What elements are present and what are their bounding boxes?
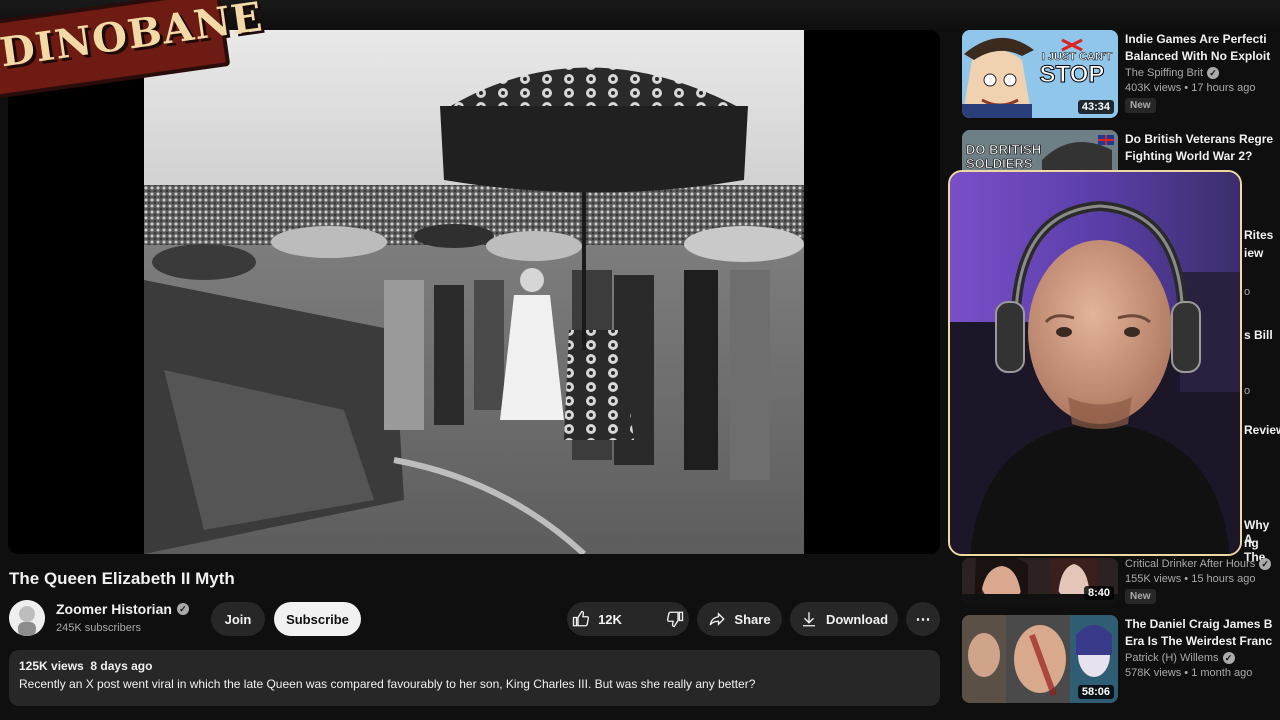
verified-check-icon: ✓	[1222, 652, 1235, 664]
more-actions-button[interactable]: ⋯	[906, 602, 940, 636]
channel-name-row[interactable]: Zoomer Historian ✓	[56, 601, 189, 617]
thumbs-down-icon	[666, 611, 684, 628]
sidebar-thumbnail-4[interactable]: 58:06	[962, 615, 1118, 703]
thumbs-up-icon	[572, 610, 590, 627]
verified-check-icon: ✓	[1207, 67, 1220, 79]
view-count: 125K views	[19, 659, 84, 673]
video-player[interactable]	[8, 30, 940, 554]
thumb-2-text-a: DO BRITISH	[966, 142, 1041, 157]
thumb-2-text-b: SOLDIERS	[966, 156, 1033, 171]
sidebar-title-line: Indie Games Are Perfecti	[1125, 32, 1267, 46]
channel-avatar[interactable]	[9, 600, 45, 636]
description-text: Recently an X post went viral in which t…	[19, 677, 756, 691]
verified-check-icon: ✓	[1259, 558, 1272, 570]
dislike-button[interactable]	[652, 610, 698, 628]
sidebar-stats: 578K views • 1 month ago	[1125, 667, 1253, 679]
duration-badge: 43:34	[1077, 100, 1114, 114]
sidebar-hidden-fragment: o	[1244, 286, 1251, 298]
webcam-overlay	[948, 170, 1242, 556]
sidebar-info-2[interactable]: Do British Veterans Regre Fighting World…	[1125, 131, 1280, 165]
sidebar-hidden-fragment: o	[1244, 385, 1251, 397]
join-button[interactable]: Join	[211, 602, 265, 636]
verified-check-icon: ✓	[176, 603, 189, 615]
video-frame-photo	[144, 30, 804, 554]
sidebar-info-4[interactable]: The Daniel Craig James B Era Is The Weir…	[1125, 616, 1280, 679]
video-title: The Queen Elizabeth II Myth	[9, 569, 235, 588]
sidebar-hidden-fragment: Rites	[1244, 228, 1274, 242]
sidebar-title-line: Balanced With No Exploit	[1125, 49, 1271, 63]
more-dots-icon: ⋯	[915, 610, 931, 628]
new-badge: New	[1125, 98, 1156, 113]
sidebar-hidden-fragment: Review	[1244, 423, 1280, 437]
channel-name[interactable]: Zoomer Historian	[56, 601, 172, 617]
description-box[interactable]: 125K views 8 days ago Recently an X post…	[9, 650, 940, 706]
like-button[interactable]: 12K	[558, 610, 636, 628]
sidebar-channel: Patrick (H) Willems	[1125, 652, 1219, 664]
share-button[interactable]: Share	[697, 602, 782, 636]
share-label: Share	[734, 611, 771, 627]
sidebar-channel-row: Patrick (H) Willems ✓	[1125, 652, 1280, 664]
sidebar-title-line: Era Is The Weirdest Franc	[1125, 634, 1273, 648]
like-count: 12K	[598, 611, 622, 627]
download-icon	[802, 612, 815, 627]
sidebar-channel-row: The Spiffing Brit ✓	[1125, 67, 1280, 79]
sidebar-title-line: Do British Veterans Regre	[1125, 132, 1274, 146]
sidebar-thumbnail-3[interactable]: 8:40	[962, 558, 1118, 604]
sidebar-title-line: Fighting World War 2?	[1125, 149, 1253, 163]
sidebar-channel: Critical Drinker After Hours	[1125, 558, 1256, 570]
sidebar-stats: 403K views • 17 hours ago	[1125, 82, 1256, 94]
sidebar-channel: The Spiffing Brit	[1125, 67, 1204, 79]
sidebar-title-line: The Daniel Craig James B	[1125, 617, 1273, 631]
sidebar-info-3[interactable]: Critical Drinker After Hours ✓ 155K views…	[1125, 556, 1280, 604]
download-label: Download	[825, 611, 889, 627]
sidebar-hidden-fragment: s Bill	[1244, 328, 1273, 342]
like-dislike-group: 12K	[567, 602, 689, 636]
subscriber-count: 245K subscribers	[56, 622, 141, 634]
sidebar-info-1[interactable]: Indie Games Are Perfecti Balanced With N…	[1125, 31, 1280, 113]
download-button[interactable]: Download	[790, 602, 898, 636]
share-arrow-icon	[710, 612, 726, 626]
view-stats: 125K views 8 days ago	[19, 659, 930, 673]
sidebar-hidden-fragment: iew	[1244, 246, 1264, 260]
new-badge: New	[1125, 589, 1156, 604]
sidebar-stats: 155K views • 15 hours ago	[1125, 573, 1256, 585]
sidebar-thumbnail-1[interactable]: I JUST CAN'T STOP 43:34	[962, 30, 1118, 118]
duration-badge: 8:40	[1083, 586, 1114, 600]
upload-age: 8 days ago	[90, 659, 153, 673]
duration-badge: 58:06	[1077, 685, 1114, 699]
sidebar-channel-row: Critical Drinker After Hours ✓	[1125, 558, 1280, 570]
thumb-1-text-b: STOP	[1040, 61, 1105, 88]
subscribe-button[interactable]: Subscribe	[274, 602, 361, 636]
